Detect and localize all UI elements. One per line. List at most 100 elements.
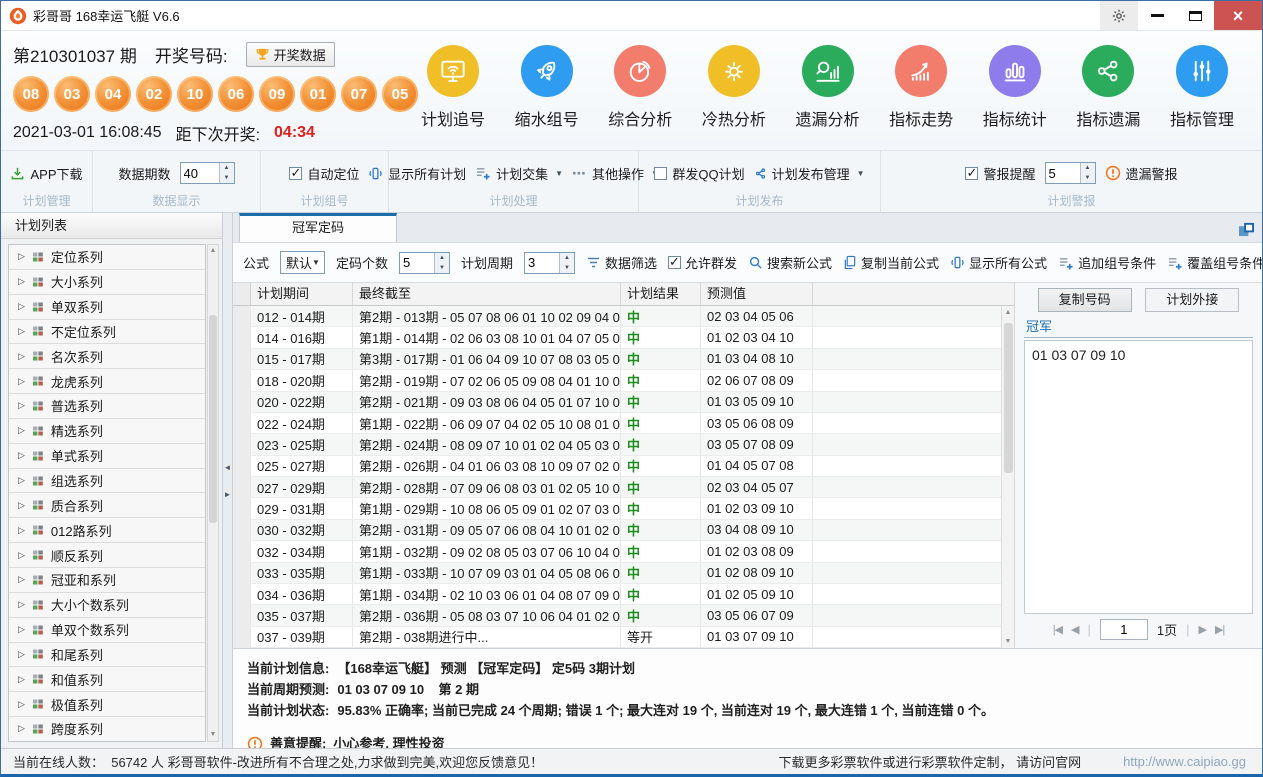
- sidebar-tree-item[interactable]: ▷ 和尾系列: [9, 643, 205, 668]
- expand-triangle-icon[interactable]: ▷: [18, 599, 25, 610]
- alert-threshold-input[interactable]: [1046, 163, 1080, 183]
- table-row[interactable]: 033 - 035期 第1期 - 033期 - 10 07 09 03 01 0…: [233, 563, 1001, 584]
- draw-data-button[interactable]: 开奖数据: [246, 42, 335, 67]
- row-selector-cell[interactable]: [233, 584, 251, 604]
- table-row[interactable]: 027 - 029期 第2期 - 028期 - 07 09 06 08 03 0…: [233, 477, 1001, 498]
- table-row[interactable]: 032 - 034期 第1期 - 032期 - 09 02 08 05 03 0…: [233, 541, 1001, 562]
- plan-cycle-stepper[interactable]: ▲▼: [524, 252, 575, 274]
- row-selector-cell[interactable]: [233, 327, 251, 347]
- qq-broadcast-checkbox[interactable]: 群发QQ计划: [654, 164, 744, 183]
- table-row[interactable]: 014 - 016期 第1期 - 014期 - 02 06 03 08 10 0…: [233, 327, 1001, 348]
- spinner-arrows[interactable]: ▲▼: [434, 253, 449, 273]
- nav-plan-chase[interactable]: 计划追号: [407, 37, 499, 150]
- table-row[interactable]: 020 - 022期 第2期 - 021期 - 09 03 08 06 04 0…: [233, 392, 1001, 413]
- table-row[interactable]: 023 - 025期 第2期 - 024期 - 08 09 07 10 01 0…: [233, 434, 1001, 455]
- row-selector-cell[interactable]: [233, 498, 251, 518]
- append-group-condition-button[interactable]: 追加组号条件: [1058, 253, 1156, 272]
- last-page-icon[interactable]: ▶|: [1215, 623, 1224, 636]
- alert-threshold-stepper[interactable]: ▲▼: [1045, 162, 1096, 184]
- col-plan-result[interactable]: 计划结果: [621, 283, 701, 305]
- col-plan-period[interactable]: 计划期间: [251, 283, 353, 305]
- nav-indicator-stats[interactable]: 指标统计: [969, 37, 1061, 150]
- expand-triangle-icon[interactable]: ▷: [18, 251, 25, 262]
- sidebar-tree-item[interactable]: ▷ 极值系列: [9, 692, 205, 717]
- sidebar-tree-item[interactable]: ▷ 定位系列: [9, 245, 205, 270]
- nav-shrink-group[interactable]: 缩水组号: [501, 37, 593, 150]
- plan-external-button[interactable]: 计划外接: [1145, 288, 1239, 312]
- app-download-button[interactable]: APP下载: [10, 164, 82, 183]
- sidebar-tree-item[interactable]: ▷ 单双个数系列: [9, 618, 205, 643]
- row-selector-cell[interactable]: [233, 413, 251, 433]
- nav-comprehensive-analysis[interactable]: 综合分析: [594, 37, 686, 150]
- nav-indicator-trend[interactable]: 指标走势: [875, 37, 967, 150]
- sidebar-tree-item[interactable]: ▷ 单双系列: [9, 295, 205, 320]
- publish-manage-dropdown[interactable]: 计划发布管理 ▼: [754, 164, 865, 183]
- minimize-button[interactable]: [1138, 1, 1176, 30]
- table-row[interactable]: 022 - 024期 第1期 - 022期 - 06 09 07 04 02 0…: [233, 413, 1001, 434]
- settings-gear-icon[interactable]: [1100, 1, 1138, 30]
- alert-remind-checkbox[interactable]: 警报提醒: [965, 164, 1035, 183]
- expand-triangle-icon[interactable]: ▷: [18, 450, 25, 461]
- plan-cycle-input[interactable]: [525, 253, 559, 273]
- expand-triangle-icon[interactable]: ▷: [18, 674, 25, 685]
- expand-triangle-icon[interactable]: ▷: [18, 624, 25, 635]
- sidebar-tree-item[interactable]: ▷ 质合系列: [9, 493, 205, 518]
- spinner-arrows[interactable]: ▲▼: [1080, 163, 1095, 183]
- row-selector-cell[interactable]: [233, 349, 251, 369]
- sidebar-tree-item[interactable]: ▷ 名次系列: [9, 344, 205, 369]
- expand-triangle-icon[interactable]: ▷: [18, 723, 25, 734]
- row-selector-cell[interactable]: [233, 456, 251, 476]
- copy-formula-button[interactable]: 复制当前公式: [843, 253, 939, 272]
- nav-indicator-miss[interactable]: 指标遗漏: [1062, 37, 1154, 150]
- nav-indicator-manage[interactable]: 指标管理: [1156, 37, 1248, 150]
- expand-triangle-icon[interactable]: ▷: [18, 326, 25, 337]
- checkbox-checked-icon[interactable]: [965, 167, 978, 180]
- copy-numbers-button[interactable]: 复制号码: [1038, 288, 1132, 312]
- plan-intersect-dropdown[interactable]: 计划交集 ▼: [475, 164, 563, 183]
- expand-triangle-icon[interactable]: ▷: [18, 550, 25, 561]
- row-selector-cell[interactable]: [233, 477, 251, 497]
- spinner-arrows[interactable]: ▲▼: [559, 253, 574, 273]
- sidebar-tree-item[interactable]: ▷ 跨度系列: [9, 717, 205, 741]
- expand-triangle-icon[interactable]: ▷: [18, 376, 25, 387]
- expand-triangle-icon[interactable]: ▷: [18, 649, 25, 660]
- row-selector-cell[interactable]: [233, 434, 251, 454]
- code-count-stepper[interactable]: ▲▼: [399, 252, 450, 274]
- table-row[interactable]: 012 - 014期 第2期 - 013期 - 05 07 08 06 01 1…: [233, 306, 1001, 327]
- search-formula-button[interactable]: 搜索新公式: [748, 253, 832, 272]
- checkbox-unchecked-icon[interactable]: [654, 167, 667, 180]
- col-final-until[interactable]: 最终截至: [353, 283, 621, 305]
- row-selector-cell[interactable]: [233, 370, 251, 390]
- row-selector-cell[interactable]: [233, 392, 251, 412]
- expand-triangle-icon[interactable]: ▷: [18, 574, 25, 585]
- checkbox-checked-icon[interactable]: [668, 256, 681, 269]
- checkbox-checked-icon[interactable]: [289, 167, 302, 180]
- sidebar-tree-item[interactable]: ▷ 冠亚和系列: [9, 568, 205, 593]
- row-selector-cell[interactable]: [233, 605, 251, 625]
- auto-position-checkbox[interactable]: 自动定位: [289, 164, 359, 183]
- scrollbar-thumb[interactable]: [209, 315, 217, 523]
- sidebar-tree-item[interactable]: ▷ 大小系列: [9, 270, 205, 295]
- table-row[interactable]: 029 - 031期 第1期 - 029期 - 10 08 06 05 09 0…: [233, 498, 1001, 519]
- row-selector-cell[interactable]: [233, 520, 251, 540]
- sidebar-tree-item[interactable]: ▷ 组选系列: [9, 469, 205, 494]
- miss-alert-button[interactable]: 遗漏警报: [1105, 164, 1178, 183]
- nav-hot-cold-analysis[interactable]: 冷热分析: [688, 37, 780, 150]
- sidebar-tree-item[interactable]: ▷ 普选系列: [9, 394, 205, 419]
- expand-triangle-icon[interactable]: ▷: [18, 351, 25, 362]
- scroll-down-icon[interactable]: ▼: [1005, 635, 1012, 648]
- scroll-up-icon[interactable]: ▲: [1005, 306, 1012, 319]
- sidebar-tree-item[interactable]: ▷ 大小个数系列: [9, 593, 205, 618]
- table-row[interactable]: 037 - 039期 第2期 - 038期进行中... 等开 01 03 07 …: [233, 627, 1001, 648]
- expand-triangle-icon[interactable]: ▷: [18, 276, 25, 287]
- close-button[interactable]: ×: [1214, 1, 1262, 30]
- sidebar-splitter[interactable]: ◄ ►: [223, 213, 233, 748]
- scroll-up-icon[interactable]: ▲: [210, 245, 217, 257]
- table-scrollbar[interactable]: ▲ ▼: [1001, 306, 1014, 648]
- expand-triangle-icon[interactable]: ▷: [18, 475, 25, 486]
- next-page-icon[interactable]: ▶: [1199, 623, 1206, 636]
- collapse-left-icon[interactable]: ◄: [224, 463, 232, 472]
- sidebar-tree-item[interactable]: ▷ 龙虎系列: [9, 369, 205, 394]
- official-site-link[interactable]: http://www.caipiao.gg: [1123, 754, 1246, 769]
- data-periods-stepper[interactable]: ▲▼: [180, 162, 235, 184]
